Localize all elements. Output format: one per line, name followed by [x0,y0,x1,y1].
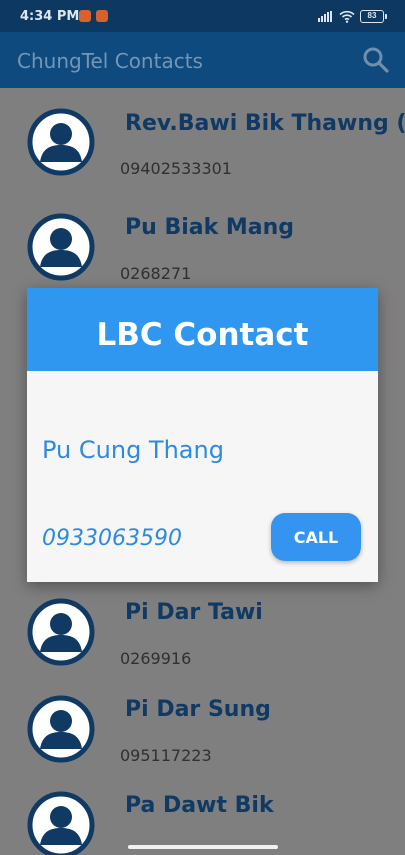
avatar-icon [27,695,95,763]
search-icon[interactable] [362,46,390,74]
status-time: 4:34 PM [20,9,80,24]
dialog-contact-name: Pu Cung Thang [42,436,224,464]
gesture-bar[interactable] [128,845,278,849]
contact-item[interactable]: Rev.Bawi Bik Thawng (Pastor) 09402533301 [0,108,405,208]
wifi-icon [339,10,355,23]
call-button[interactable]: CALL [271,513,361,561]
avatar-icon [27,108,95,176]
status-bar: 4:34 PM 83 [0,0,405,32]
app-bar: ChungTel Contacts [0,32,405,88]
contact-name: Rev.Bawi Bik Thawng (Pastor) [125,111,405,136]
contact-dialog: LBC Contact Pu Cung Thang 0933063590 CAL… [27,288,378,582]
avatar-icon [27,213,95,281]
contact-name: Pa Dawt Bik [125,793,274,818]
contact-item[interactable]: Pi Dar Sung 095117223 [0,695,405,795]
contact-name: Pi Dar Tawi [125,600,263,625]
dialog-header: LBC Contact [27,288,378,371]
dialog-contact-phone[interactable]: 0933063590 [42,526,182,551]
dialog-title: LBC Contact [96,317,309,353]
contact-phone: 0268271 [120,264,192,283]
battery-icon: 83 [360,10,387,23]
contact-name: Pu Biak Mang [125,215,295,240]
contact-phone: 095117223 [120,746,212,765]
avatar-icon [27,791,95,855]
avatar-icon [27,598,95,666]
contact-name: Pi Dar Sung [125,697,271,722]
notification-icon [79,10,91,22]
contact-phone: 09402533301 [120,159,232,178]
notification-icon [96,10,108,22]
app-title: ChungTel Contacts [17,49,203,73]
contact-phone: 0269916 [120,649,192,668]
contact-item[interactable]: Pi Dar Tawi 0269916 [0,598,405,698]
signal-icon [318,11,334,22]
